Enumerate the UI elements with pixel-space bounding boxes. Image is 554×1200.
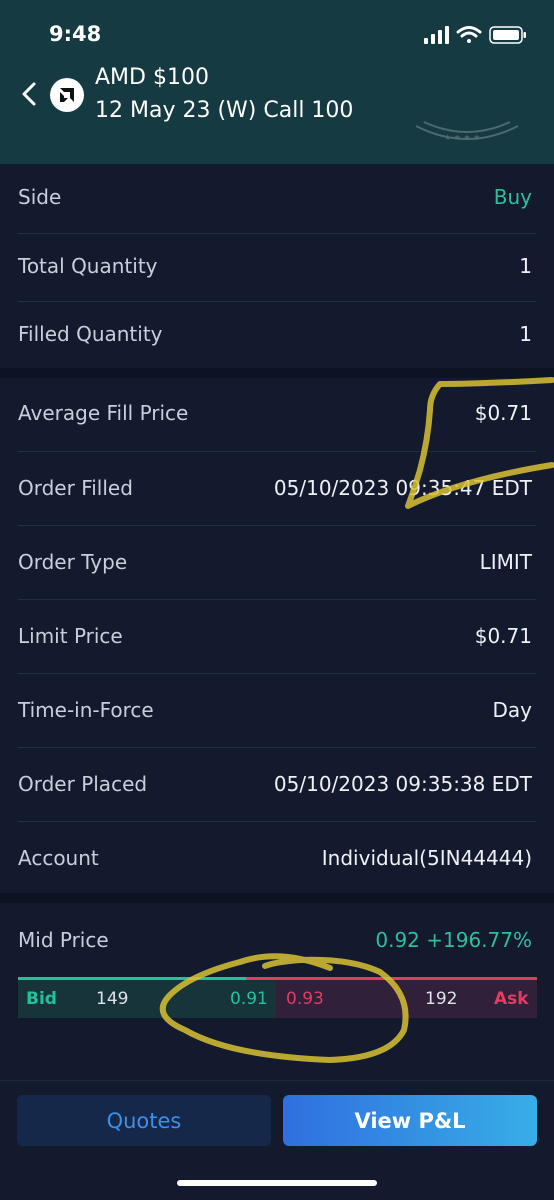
contract-title: AMD $100 xyxy=(95,65,209,90)
divider xyxy=(18,821,536,822)
bid-size: 149 xyxy=(96,989,129,1009)
bid-price: 0.91 xyxy=(230,989,268,1009)
average-fill-price-value: $0.71 xyxy=(474,401,532,425)
total-quantity-value: 1 xyxy=(519,254,532,278)
account-value: Individual(5IN44444) xyxy=(321,846,532,870)
divider xyxy=(18,525,536,526)
time-in-force-value: Day xyxy=(492,698,533,722)
average-fill-price-label: Average Fill Price xyxy=(18,401,189,425)
order-placed-value: 05/10/2023 09:35:38 EDT xyxy=(273,772,532,796)
contract-subtitle: 12 May 23 (W) Call 100 xyxy=(95,98,354,123)
divider xyxy=(18,301,536,302)
divider xyxy=(18,673,536,674)
order-type-value: LIMIT xyxy=(479,550,532,574)
total-quantity-label: Total Quantity xyxy=(18,254,158,278)
mid-price-value: 0.92 +196.77% xyxy=(375,928,532,952)
bid-label: Bid xyxy=(26,989,57,1009)
side-label: Side xyxy=(18,185,62,209)
filled-quantity-value: 1 xyxy=(519,322,532,346)
status-icons xyxy=(424,26,526,44)
view-pnl-button[interactable]: View P&L xyxy=(283,1095,537,1146)
highlighter-annotations xyxy=(159,377,554,1063)
account-label: Account xyxy=(18,846,99,870)
divider xyxy=(18,451,536,452)
battery-icon xyxy=(489,26,526,44)
signal-icon xyxy=(424,26,449,44)
divider xyxy=(18,747,536,748)
order-placed-label: Order Placed xyxy=(18,772,148,796)
header: 9:48 AMD $100 12 May 23 (W) Call 100 ★ ★… xyxy=(0,0,554,164)
limit-price-value: $0.71 xyxy=(474,624,532,648)
divider xyxy=(18,599,536,600)
quotes-button[interactable]: Quotes xyxy=(17,1095,271,1146)
svg-text:★ ★ ★ ★: ★ ★ ★ ★ xyxy=(444,133,480,142)
ask-label: Ask xyxy=(494,989,529,1009)
section-separator xyxy=(0,368,554,378)
ask-price: 0.93 xyxy=(286,989,324,1009)
limit-price-label: Limit Price xyxy=(18,624,123,648)
wifi-icon xyxy=(456,26,482,43)
section-separator xyxy=(0,893,554,903)
mid-price-label: Mid Price xyxy=(18,928,109,952)
amd-logo-icon xyxy=(50,78,84,112)
decorative-emblem-icon: ★ ★ ★ ★ xyxy=(415,121,519,142)
side-value: Buy xyxy=(493,185,532,209)
time-in-force-label: Time-in-Force xyxy=(18,698,154,722)
back-icon[interactable] xyxy=(14,78,46,110)
home-indicator[interactable] xyxy=(177,1180,377,1186)
filled-quantity-label: Filled Quantity xyxy=(18,322,163,346)
ask-size: 192 xyxy=(425,989,458,1009)
order-filled-label: Order Filled xyxy=(18,476,133,500)
order-type-label: Order Type xyxy=(18,550,128,574)
order-filled-value: 05/10/2023 09:35:47 EDT xyxy=(273,476,532,500)
divider xyxy=(18,233,536,234)
status-time: 9:48 xyxy=(49,22,102,46)
